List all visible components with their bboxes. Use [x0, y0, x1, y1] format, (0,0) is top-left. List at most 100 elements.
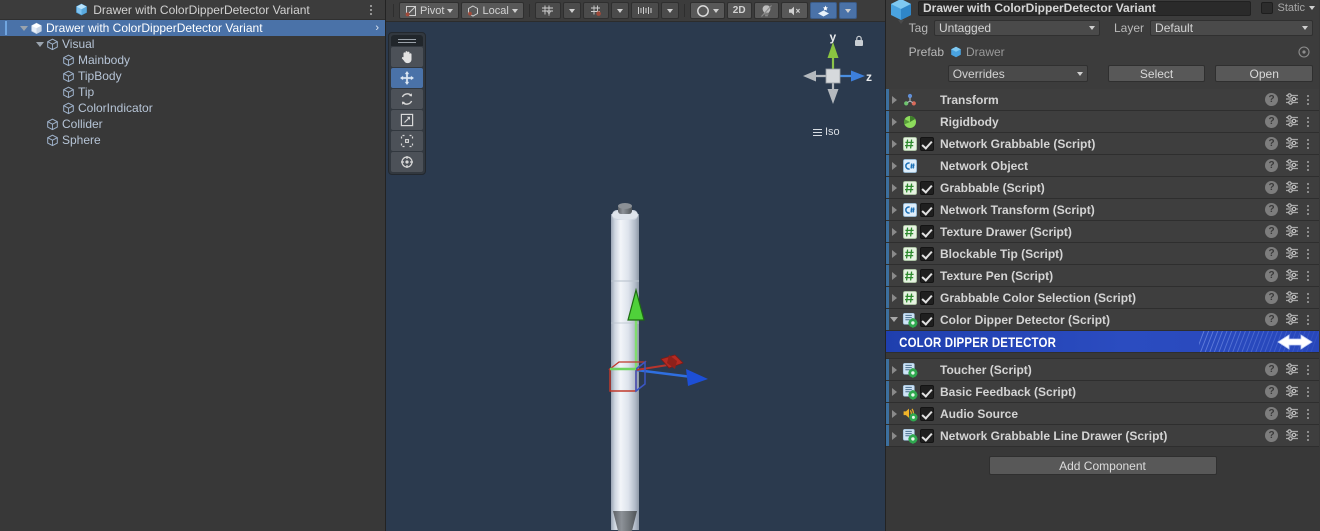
gizmo-projection-mode[interactable]: Iso — [813, 126, 840, 138]
help-icon[interactable]: ? — [1265, 93, 1278, 106]
hierarchy-item-collider[interactable]: Collider — [0, 116, 385, 132]
component-enabled-checkbox[interactable] — [920, 202, 934, 217]
help-icon[interactable]: ? — [1265, 407, 1278, 420]
add-component-button[interactable]: Add Component — [988, 456, 1217, 475]
kebab-menu-icon[interactable] — [1306, 137, 1310, 150]
component-enabled-checkbox[interactable] — [920, 312, 934, 327]
component-enabled-checkbox[interactable] — [920, 268, 934, 283]
component-enabled-checkbox[interactable] — [920, 224, 934, 239]
rotate-tool[interactable] — [391, 89, 423, 109]
component-row[interactable]: Blockable Tip (Script) ? — [886, 243, 1319, 265]
preset-icon[interactable] — [1285, 290, 1299, 306]
component-enabled-checkbox[interactable] — [920, 180, 934, 195]
tag-dropdown[interactable]: Untagged — [934, 20, 1100, 36]
open-button[interactable]: Open — [1215, 65, 1314, 82]
move-tool[interactable] — [391, 68, 423, 88]
kebab-menu-icon[interactable] — [1306, 363, 1310, 376]
preset-icon[interactable] — [1285, 224, 1299, 240]
help-icon[interactable]: ? — [1265, 269, 1278, 282]
kebab-menu-icon[interactable] — [1306, 269, 1310, 282]
preset-icon[interactable] — [1285, 180, 1299, 196]
help-icon[interactable]: ? — [1265, 159, 1278, 172]
preset-icon[interactable] — [1285, 136, 1299, 152]
hierarchy-item-colorindicator[interactable]: ColorIndicator — [0, 100, 385, 116]
kebab-menu-icon[interactable] — [1306, 115, 1310, 128]
grid-snapping-button[interactable] — [582, 2, 609, 19]
component-row[interactable]: Texture Pen (Script) ? — [886, 265, 1319, 287]
layer-dropdown[interactable]: Default — [1150, 20, 1313, 36]
kebab-menu-icon[interactable] — [1306, 93, 1310, 106]
preset-icon[interactable] — [1285, 202, 1299, 218]
scene-orientation-gizmo[interactable]: y z Iso — [791, 28, 875, 138]
help-icon[interactable]: ? — [1265, 203, 1278, 216]
kebab-menu-icon[interactable] — [1306, 203, 1310, 216]
disclosure-triangle[interactable] — [34, 38, 46, 50]
preset-icon[interactable] — [1285, 428, 1299, 444]
help-icon[interactable]: ? — [1265, 363, 1278, 376]
prefab-open-chevron-icon[interactable]: › — [375, 22, 379, 34]
component-row[interactable]: Network Grabbable Line Drawer (Script) ? — [886, 425, 1319, 447]
scene-canvas[interactable]: y z Iso — [386, 22, 885, 531]
help-icon[interactable]: ? — [1265, 385, 1278, 398]
scale-tool[interactable] — [391, 110, 423, 130]
handle-space-dropdown[interactable]: Local — [461, 2, 524, 19]
kebab-menu-icon[interactable] — [1306, 291, 1310, 304]
preset-icon[interactable] — [1285, 114, 1299, 130]
chevron-down-icon[interactable] — [1309, 6, 1315, 10]
help-icon[interactable]: ? — [1265, 137, 1278, 150]
hierarchy-item-visual[interactable]: Visual — [0, 36, 385, 52]
kebab-menu-icon[interactable] — [1306, 181, 1310, 194]
hierarchy-item-drawer-with-colordipperdetector-variant[interactable]: Drawer with ColorDipperDetector Variant › — [0, 20, 385, 36]
scene-effects-toggle[interactable] — [809, 2, 837, 19]
kebab-menu-icon[interactable] — [1306, 407, 1310, 420]
component-row[interactable]: Network Transform (Script) ? — [886, 199, 1319, 221]
kebab-menu-icon[interactable] — [1306, 247, 1310, 260]
help-icon[interactable]: ? — [1265, 181, 1278, 194]
component-enabled-checkbox[interactable] — [920, 136, 934, 151]
component-row[interactable]: Color Dipper Detector (Script) ? — [886, 309, 1319, 331]
component-enabled-checkbox[interactable] — [920, 384, 934, 399]
component-row[interactable]: Grabbable (Script) ? — [886, 177, 1319, 199]
help-icon[interactable]: ? — [1265, 429, 1278, 442]
object-picker-icon[interactable] — [1298, 46, 1310, 58]
kebab-menu-icon[interactable] — [1306, 385, 1310, 398]
component-enabled-checkbox[interactable] — [920, 246, 934, 261]
pivot-mode-dropdown[interactable]: Pivot — [399, 2, 460, 19]
hierarchy-item-sphere[interactable]: Sphere — [0, 132, 385, 148]
preset-icon[interactable] — [1285, 268, 1299, 284]
help-icon[interactable]: ? — [1265, 313, 1278, 326]
palette-drag-handle[interactable] — [391, 35, 423, 46]
help-icon[interactable]: ? — [1265, 225, 1278, 238]
object-name-field[interactable]: Drawer with ColorDipperDetector Variant — [918, 0, 1252, 16]
preset-icon[interactable] — [1285, 312, 1299, 328]
kebab-menu-icon[interactable] — [365, 3, 377, 17]
grid-snapping-dropdown[interactable] — [610, 2, 629, 19]
component-enabled-checkbox[interactable] — [920, 428, 934, 443]
component-row[interactable]: Rigidbody ? — [886, 111, 1319, 133]
component-row[interactable]: Basic Feedback (Script) ? — [886, 381, 1319, 403]
kebab-menu-icon[interactable] — [1306, 225, 1310, 238]
static-checkbox[interactable] — [1261, 2, 1274, 14]
preset-icon[interactable] — [1285, 384, 1299, 400]
help-icon[interactable]: ? — [1265, 115, 1278, 128]
snap-increment-button[interactable] — [630, 2, 659, 19]
component-row[interactable]: Transform ? — [886, 89, 1319, 111]
kebab-menu-icon[interactable] — [1306, 429, 1310, 442]
component-row[interactable]: Network Grabbable (Script) ? — [886, 133, 1319, 155]
static-flag[interactable]: Static — [1261, 2, 1319, 14]
snap-increment-dropdown[interactable] — [660, 2, 679, 19]
disclosure-triangle[interactable] — [18, 22, 30, 34]
preset-icon[interactable] — [1285, 92, 1299, 108]
component-enabled-checkbox[interactable] — [920, 406, 934, 421]
overrides-dropdown[interactable]: Overrides — [947, 65, 1088, 82]
preset-icon[interactable] — [1285, 362, 1299, 378]
help-icon[interactable]: ? — [1265, 291, 1278, 304]
hierarchy-item-tip[interactable]: Tip — [0, 84, 385, 100]
scene-lighting-toggle[interactable] — [753, 2, 779, 19]
kebab-menu-icon[interactable] — [1306, 313, 1310, 326]
grid-axis-button[interactable]: Y — [534, 2, 561, 19]
preset-icon[interactable] — [1285, 406, 1299, 422]
preset-icon[interactable] — [1285, 158, 1299, 174]
2d-toggle-button[interactable]: 2D — [726, 2, 752, 19]
kebab-menu-icon[interactable] — [1306, 159, 1310, 172]
